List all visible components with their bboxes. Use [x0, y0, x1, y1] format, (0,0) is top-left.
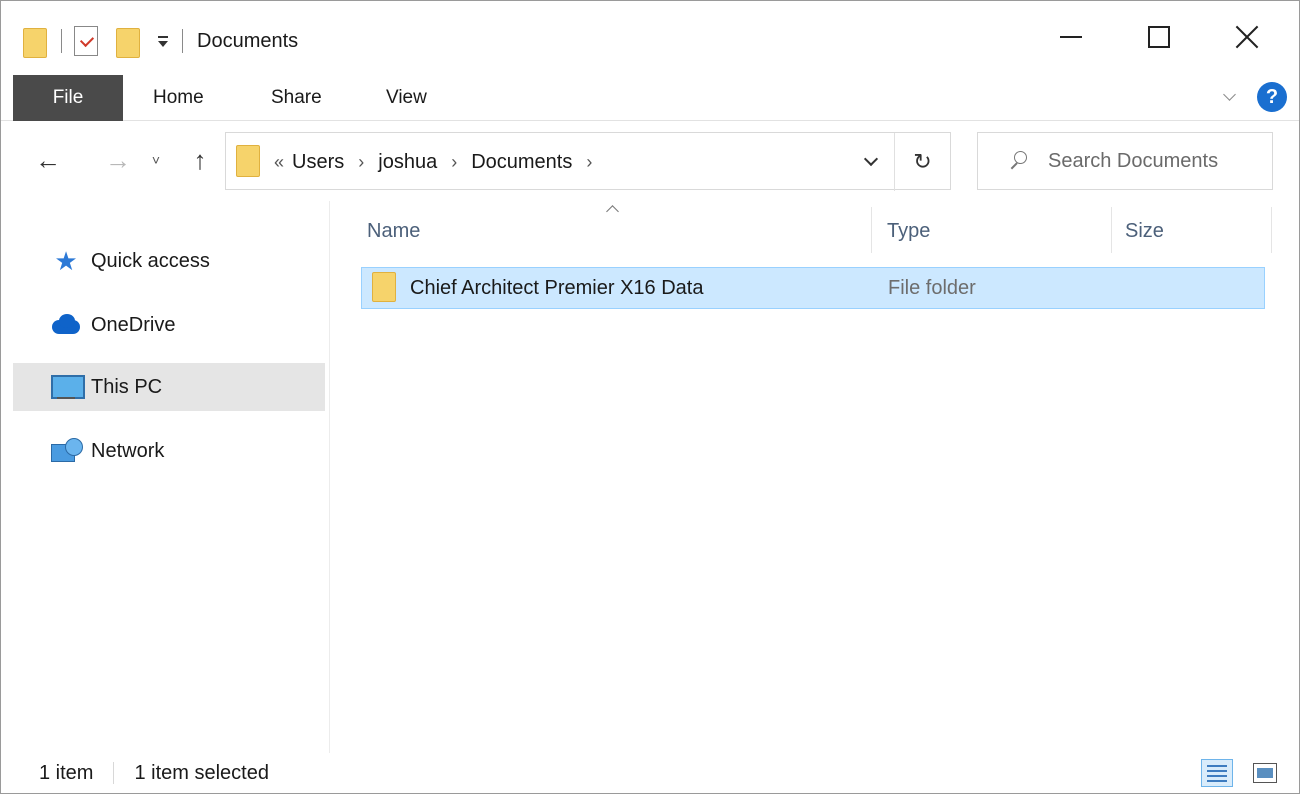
recent-locations-chevron-icon[interactable]: ˅	[145, 142, 167, 178]
customize-toolbar-dropdown-icon[interactable]	[156, 32, 170, 50]
up-button[interactable]: ↑	[183, 142, 217, 178]
file-explorer-window: Documents File Home Share View ? ← → ˅ ↑	[0, 0, 1300, 794]
file-name: Chief Architect Premier X16 Data	[410, 276, 704, 299]
search-input[interactable]	[1048, 149, 1258, 173]
sidebar-item-network[interactable]: Network	[13, 427, 325, 475]
help-icon[interactable]: ?	[1257, 82, 1287, 112]
minimize-icon	[1060, 36, 1082, 38]
toolbar-separator	[182, 29, 183, 53]
column-resize-handle[interactable]	[1111, 207, 1112, 253]
file-type: File folder	[888, 276, 976, 299]
file-list: Name Type Size Chief Architect Premier X…	[331, 201, 1299, 753]
breadcrumb-overflow[interactable]: «	[274, 152, 284, 173]
address-history-dropdown[interactable]	[846, 133, 896, 191]
breadcrumb-users[interactable]: Users	[292, 151, 344, 174]
sort-ascending-icon	[607, 203, 619, 215]
navigation-bar: ← → ˅ ↑ « Users › joshua › Documents › ↻	[1, 122, 1299, 200]
sidebar-item-this-pc[interactable]: This PC	[13, 363, 325, 411]
breadcrumb-separator-icon[interactable]: ›	[586, 152, 592, 173]
breadcrumb-documents[interactable]: Documents	[471, 151, 572, 174]
column-header-name[interactable]: Name	[367, 215, 420, 247]
search-box[interactable]	[977, 132, 1273, 190]
table-row[interactable]: Chief Architect Premier X16 Data File fo…	[361, 267, 1265, 309]
status-bar: 1 item 1 item selected	[1, 753, 1299, 793]
cloud-icon	[51, 310, 81, 340]
pane-splitter[interactable]	[329, 201, 330, 753]
breadcrumb-separator-icon[interactable]: ›	[451, 152, 457, 173]
item-count: 1 item	[39, 761, 94, 784]
breadcrumb-separator-icon[interactable]: ›	[358, 152, 364, 173]
sidebar-item-label: OneDrive	[91, 313, 176, 336]
minimize-button[interactable]	[1025, 1, 1117, 73]
chevron-down-icon	[863, 151, 879, 167]
folder-icon[interactable]	[23, 24, 49, 58]
forward-button[interactable]: →	[101, 142, 135, 178]
selection-count: 1 item selected	[134, 761, 269, 784]
window-title: Documents	[197, 29, 299, 52]
status-separator	[113, 762, 115, 784]
column-resize-handle[interactable]	[871, 207, 872, 253]
network-icon	[51, 436, 83, 466]
properties-icon[interactable]	[74, 26, 98, 56]
tab-share[interactable]: Share	[271, 75, 322, 121]
title-bar: Documents	[1, 1, 1299, 73]
column-header-type[interactable]: Type	[887, 215, 930, 247]
folder-icon	[236, 145, 262, 179]
navigation-pane: ★ Quick access OneDrive This PC Network	[1, 201, 329, 753]
refresh-button[interactable]: ↻	[894, 133, 950, 191]
sidebar-item-quick-access[interactable]: ★ Quick access	[13, 237, 325, 285]
expand-ribbon-chevron-icon[interactable]	[1223, 90, 1237, 104]
breadcrumb-joshua[interactable]: joshua	[378, 151, 437, 174]
column-resize-handle[interactable]	[1271, 207, 1272, 253]
sidebar-item-onedrive[interactable]: OneDrive	[13, 301, 325, 349]
tab-home[interactable]: Home	[153, 75, 204, 121]
tab-file[interactable]: File	[13, 75, 123, 121]
breadcrumb: « Users › joshua › Documents ›	[274, 133, 606, 191]
new-folder-icon[interactable]	[116, 24, 142, 58]
search-icon	[1008, 151, 1028, 171]
ribbon-tabs: File Home Share View ?	[1, 75, 1299, 121]
tab-view[interactable]: View	[386, 75, 427, 121]
column-header-size[interactable]: Size	[1125, 215, 1164, 247]
close-button[interactable]	[1201, 1, 1293, 73]
maximize-icon	[1148, 26, 1170, 48]
star-icon: ★	[54, 246, 78, 276]
back-button[interactable]: ←	[31, 142, 65, 178]
sidebar-item-label: This PC	[91, 375, 163, 398]
details-view-icon[interactable]	[1201, 759, 1233, 787]
address-bar[interactable]: « Users › joshua › Documents › ↻	[225, 132, 951, 191]
sidebar-item-label: Network	[91, 439, 165, 462]
large-icons-view-icon[interactable]	[1253, 763, 1277, 783]
quick-access-toolbar: Documents	[23, 21, 298, 61]
sidebar-item-label: Quick access	[91, 249, 210, 272]
close-icon	[1234, 24, 1260, 50]
toolbar-separator	[61, 29, 62, 53]
maximize-button[interactable]	[1113, 1, 1205, 73]
folder-icon	[372, 272, 398, 304]
computer-icon	[51, 372, 85, 402]
